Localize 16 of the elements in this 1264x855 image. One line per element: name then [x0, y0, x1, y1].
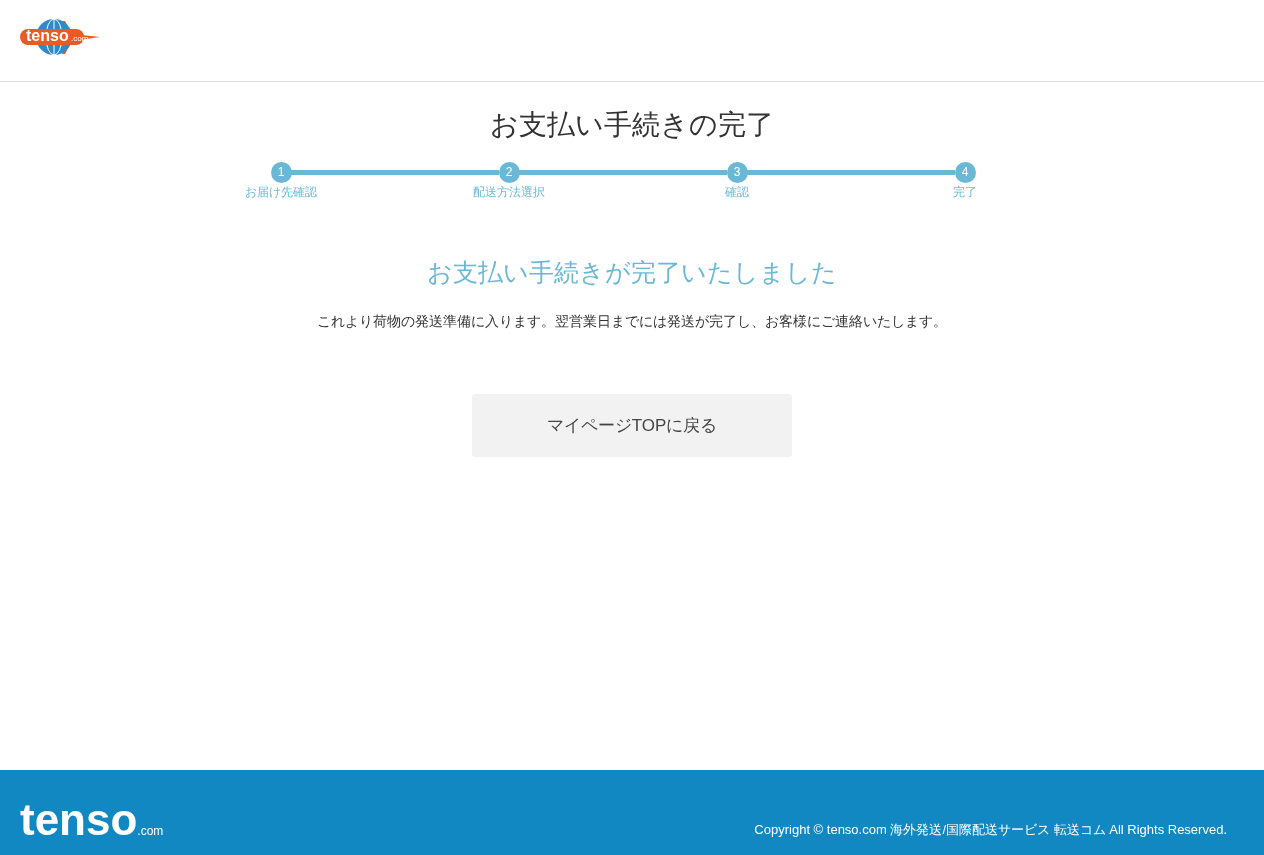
step-number: 2	[498, 162, 520, 183]
step-label: 配送方法選択	[473, 184, 545, 200]
mypage-top-button[interactable]: マイページTOPに戻る	[472, 394, 792, 457]
step-number: 4	[954, 162, 976, 183]
logo-text: tenso	[26, 26, 69, 46]
step-label: 確認	[725, 184, 749, 200]
page-title: お支払い手続きの完了	[490, 108, 774, 142]
completion-heading: お支払い手続きが完了いたしました	[427, 257, 837, 288]
step-number: 3	[726, 162, 748, 183]
step-label: 完了	[953, 184, 977, 200]
footer-logo-text[interactable]: tenso	[20, 798, 138, 842]
footer-logo-suffix: .com	[137, 824, 164, 838]
copyright-text: Copyright © tenso.com 海外発送/国際配送サービス 転送コム All Rights Reserved.	[754, 821, 1227, 839]
step-number: 1	[270, 162, 292, 183]
step-label: お届け先確認	[245, 184, 317, 200]
completion-message: これより荷物の発送準備に入ります。翌営業日までには発送が完了し、お客様にご連絡いたします。	[317, 312, 947, 331]
